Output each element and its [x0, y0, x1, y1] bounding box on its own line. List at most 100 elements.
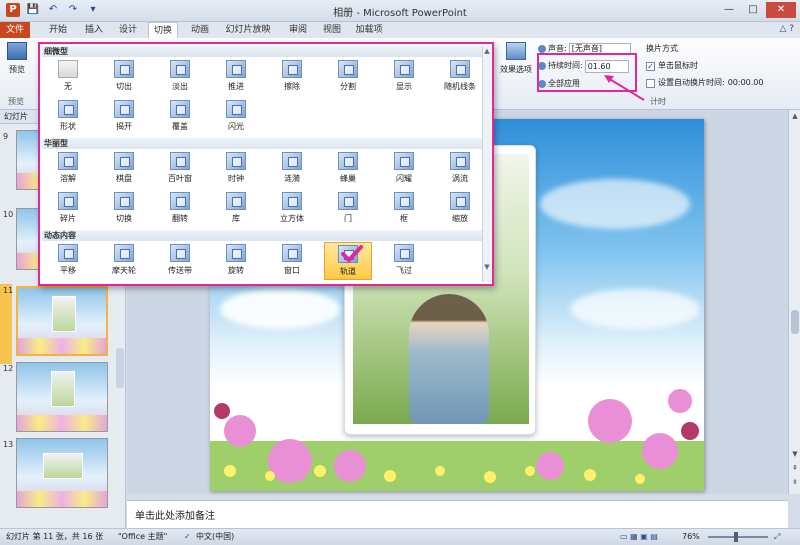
minimize-button[interactable]: — — [718, 2, 740, 18]
transition-item[interactable]: 翻转 — [156, 190, 204, 228]
transition-thumbnail-icon — [170, 100, 190, 118]
gallery-scroll-up-icon[interactable]: ▲ — [483, 46, 491, 56]
transition-thumbnail-icon — [282, 192, 302, 210]
help-icon[interactable]: △ ? — [779, 24, 794, 34]
tab-home[interactable]: 开始 — [44, 22, 72, 38]
transition-thumbnail-icon — [114, 60, 134, 78]
tab-insert[interactable]: 插入 — [80, 22, 108, 38]
transition-item[interactable]: 蜂巢 — [324, 150, 372, 188]
transition-item[interactable]: 传送带 — [156, 242, 204, 280]
tab-slideshow[interactable]: 幻灯片放映 — [222, 22, 274, 38]
next-slide-icon[interactable]: ⇟ — [789, 478, 800, 486]
transition-item[interactable]: 闪光 — [212, 98, 260, 136]
editor-vertical-scrollbar[interactable]: ▲ ▼ ⇞ ⇟ — [788, 110, 800, 494]
auto-advance-checkbox[interactable] — [646, 78, 655, 88]
transition-gallery: 细微型 华丽型 动态内容 无 切出 淡出 推进 擦除 分割 显示 随机线条 形状 揭开 覆盖 闪光 溶解… — [38, 42, 494, 286]
tab-design[interactable]: 设计 — [114, 22, 142, 38]
transition-item[interactable]: 形状 — [44, 98, 92, 136]
checkmark-icon — [341, 245, 363, 263]
transition-label: 揭开 — [116, 122, 132, 131]
transition-item[interactable]: 库 — [212, 190, 260, 228]
transition-label: 切换 — [116, 214, 132, 223]
gallery-scrollbar[interactable]: ▲ ▼ — [482, 46, 491, 282]
transition-thumbnail-icon — [114, 152, 134, 170]
transition-item[interactable]: 切出 — [100, 58, 148, 96]
notes-pane[interactable]: 单击此处添加备注 — [127, 500, 788, 528]
maximize-button[interactable]: □ — [742, 2, 764, 18]
spellcheck-icon[interactable]: ✓ — [184, 529, 191, 545]
transition-label: 无 — [64, 82, 72, 91]
fit-window-icon[interactable]: ⤢ — [774, 529, 780, 545]
transition-item[interactable]: 无 — [44, 58, 92, 96]
transition-item[interactable]: 门 — [324, 190, 372, 228]
zoom-slider[interactable] — [708, 532, 768, 542]
transition-item[interactable]: 淡出 — [156, 58, 204, 96]
slide-thumbnail[interactable] — [16, 438, 108, 508]
transition-thumbnail-icon — [114, 192, 134, 210]
slide-thumbnail[interactable] — [16, 362, 108, 432]
transition-thumbnail-icon — [394, 192, 414, 210]
scrollbar-thumb[interactable] — [791, 310, 799, 334]
slide-number: 10 — [3, 210, 14, 219]
transition-item[interactable]: 分割 — [324, 58, 372, 96]
tab-review[interactable]: 审阅 — [284, 22, 312, 38]
transition-item[interactable]: 溶解 — [44, 150, 92, 188]
transition-item[interactable]: 闪耀 — [380, 150, 428, 188]
transition-item[interactable]: 涡流 — [436, 150, 484, 188]
gallery-scroll-down-icon[interactable]: ▼ — [483, 262, 491, 272]
transition-item[interactable]: 缩放 — [436, 190, 484, 228]
transition-item[interactable]: 碎片 — [44, 190, 92, 228]
transition-item[interactable]: 擦除 — [268, 58, 316, 96]
transition-item[interactable]: 旋转 — [212, 242, 260, 280]
slides-pane-scrollbar[interactable] — [116, 348, 124, 388]
tab-view[interactable]: 视图 — [318, 22, 346, 38]
transition-item[interactable]: 百叶窗 — [156, 150, 204, 188]
scroll-up-icon[interactable]: ▲ — [789, 112, 800, 120]
category-dynamic: 动态内容 — [42, 230, 482, 241]
transition-item[interactable]: 轨道 — [324, 242, 372, 280]
transition-item[interactable]: 随机线条 — [436, 58, 484, 96]
zoom-level[interactable]: 76% — [682, 529, 700, 545]
sound-icon — [538, 45, 546, 53]
on-click-checkbox[interactable]: ✓ — [646, 61, 655, 71]
tab-file[interactable]: 文件 — [0, 22, 30, 38]
transition-item[interactable]: 推进 — [212, 58, 260, 96]
transition-item[interactable]: 窗口 — [268, 242, 316, 280]
transition-item[interactable]: 飞过 — [380, 242, 428, 280]
transition-item[interactable]: 显示 — [380, 58, 428, 96]
preview-button[interactable]: 预览 — [4, 42, 30, 75]
slide-thumbnail-selected[interactable] — [16, 286, 108, 356]
transition-item[interactable]: 涟漪 — [268, 150, 316, 188]
transition-item[interactable]: 时钟 — [212, 150, 260, 188]
transition-item[interactable]: 平移 — [44, 242, 92, 280]
transition-thumbnail-icon — [394, 60, 414, 78]
transition-item[interactable]: 切换 — [100, 190, 148, 228]
transition-item[interactable]: 棋盘 — [100, 150, 148, 188]
view-buttons-icon[interactable]: ▭ ▦ ▣ ▤ — [620, 529, 658, 545]
transition-label: 飞过 — [396, 266, 412, 275]
scroll-down-icon[interactable]: ▼ — [789, 450, 800, 458]
transition-label: 涡流 — [452, 174, 468, 183]
flower-field — [210, 389, 704, 491]
transition-item[interactable]: 覆盖 — [156, 98, 204, 136]
effect-options-button[interactable]: 效果选项 — [498, 42, 534, 75]
cloud — [540, 179, 690, 229]
transition-thumbnail-icon — [226, 100, 246, 118]
close-button[interactable]: ✕ — [766, 2, 796, 18]
slide-number: 11 — [3, 286, 14, 295]
transition-thumbnail-icon — [450, 152, 470, 170]
transition-label: 覆盖 — [172, 122, 188, 131]
transition-item[interactable]: 框 — [380, 190, 428, 228]
previous-slide-icon[interactable]: ⇞ — [789, 464, 800, 472]
tab-transitions[interactable]: 切换 — [148, 22, 178, 38]
transition-label: 淡出 — [172, 82, 188, 91]
transition-item[interactable]: 揭开 — [100, 98, 148, 136]
transition-item[interactable]: 立方体 — [268, 190, 316, 228]
tab-addins[interactable]: 加载项 — [352, 22, 386, 38]
transition-thumbnail-icon — [58, 60, 78, 78]
tab-animations[interactable]: 动画 — [186, 22, 214, 38]
thumbnail-photo — [51, 371, 75, 407]
transition-item[interactable]: 摩天轮 — [100, 242, 148, 280]
auto-advance-input[interactable]: 00:00.00 — [728, 76, 768, 90]
language-status[interactable]: 中文(中国) — [196, 529, 234, 545]
